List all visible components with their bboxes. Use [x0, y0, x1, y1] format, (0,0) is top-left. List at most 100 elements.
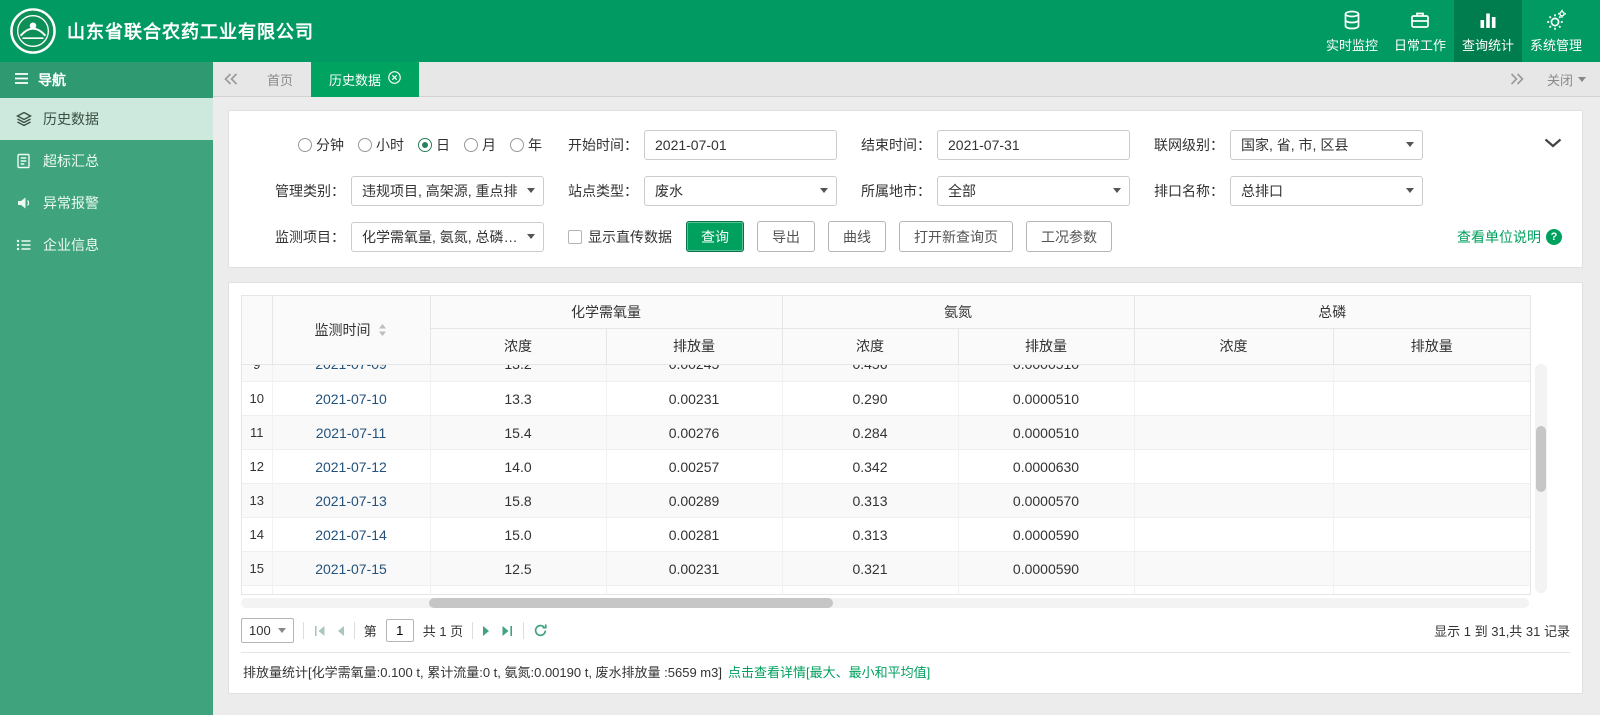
collapse-panel-icon[interactable]: [1544, 135, 1562, 153]
value-cell: [1134, 551, 1334, 586]
export-button[interactable]: 导出: [757, 221, 815, 252]
mgmt-category-value: 违规项目, 高架源, 重点排: [362, 182, 518, 199]
city-select[interactable]: 全部: [937, 175, 1130, 206]
date-link[interactable]: 2021-07-13: [315, 493, 387, 509]
system-manage-icon: [1545, 9, 1567, 31]
daily-work-icon: [1409, 9, 1431, 31]
date-link[interactable]: 2021-07-14: [315, 527, 387, 543]
tab-label: 历史数据: [329, 72, 382, 88]
tab-home[interactable]: 首页: [249, 62, 311, 97]
page-size-value: 100: [249, 623, 271, 638]
value-cell: [1134, 517, 1334, 552]
dropdown-caret-icon: [277, 628, 286, 633]
view-detail-link[interactable]: 点击查看详情[最大、最小和平均值]: [728, 662, 930, 681]
horizontal-scrollbar[interactable]: [241, 597, 1529, 608]
end-date-input[interactable]: [937, 129, 1130, 160]
period-cell: 分钟 小时 日 月 年: [255, 135, 548, 155]
value-cell: 13.3: [430, 381, 607, 416]
date-cell: 2021-07-15: [272, 551, 431, 586]
scroll-tabs-right-icon[interactable]: [1499, 73, 1535, 85]
radio-icon: [464, 137, 478, 152]
period-radio-year[interactable]: 年: [510, 135, 542, 155]
page-number-input[interactable]: [385, 619, 414, 642]
top-nav-item-realtime[interactable]: 实时监控: [1318, 0, 1386, 62]
monitor-item-select[interactable]: 化学需氧量, 氨氮, 总磷, 总: [351, 221, 544, 252]
period-radio-minute[interactable]: 分钟: [298, 135, 344, 155]
table-row: 10 2021-07-10 13.3 0.00231 0.290 0.0000510: [242, 381, 1530, 416]
sidebar-item-exceed-summary[interactable]: 超标汇总: [0, 140, 213, 182]
value-cell: 0.0000630: [958, 449, 1135, 484]
row-index: 9: [242, 364, 273, 382]
value-cell: [1333, 551, 1530, 586]
app-root: 山东省联合农药工业有限公司 实时监控 日常工作 查询统计 系统管理 导航 历史数…: [0, 0, 1600, 715]
sidebar-item-enterprise-info[interactable]: 企业信息: [0, 224, 213, 266]
top-header: 山东省联合农药工业有限公司 实时监控 日常工作 查询统计 系统管理: [0, 0, 1600, 62]
value-cell: 12.5: [430, 551, 607, 586]
outlet-select[interactable]: 总排口: [1230, 175, 1423, 206]
network-level-value: 国家, 省, 市, 区县: [1241, 136, 1349, 153]
data-table-body: 92021-07-0913.20.002450.4560.00005101020…: [242, 364, 1530, 594]
tab-home-label: 首页: [267, 72, 294, 88]
horizontal-scrollbar-thumb[interactable]: [429, 597, 833, 608]
period-radio-day[interactable]: 日: [418, 135, 450, 155]
value-cell: [1333, 415, 1530, 450]
unit-description-link[interactable]: 查看单位说明: [1457, 227, 1564, 247]
time-column-header[interactable]: 监测时间: [272, 296, 431, 365]
sidebar-item-label: 异常报警: [43, 195, 99, 211]
network-level-select[interactable]: 国家, 省, 市, 区县: [1230, 129, 1423, 160]
data-table-header: 监测时间 化学需氧量 氨氮 总磷 浓度 排放量 浓度 排放量 浓度 排放量: [242, 296, 1530, 365]
top-nav-item-system-manage[interactable]: 系统管理: [1522, 0, 1590, 62]
table-row: 11 2021-07-11 15.4 0.00276 0.284 0.0000510: [242, 415, 1530, 450]
sidebar-item-abnormal-alarm[interactable]: 异常报警: [0, 182, 213, 224]
value-cell: 0.0000590: [958, 551, 1135, 586]
first-page-icon[interactable]: [313, 625, 326, 637]
tab-history-data[interactable]: 历史数据: [311, 61, 420, 97]
radio-icon: [418, 137, 432, 152]
date-link[interactable]: 2021-07-09: [315, 365, 387, 373]
tab-bar: 首页 历史数据 关闭: [213, 61, 1600, 97]
sidebar-item-history-data[interactable]: 历史数据: [0, 98, 213, 140]
value-cell: 0.00289: [606, 483, 783, 518]
monitor-item-label: 监测项目：: [275, 228, 345, 245]
value-cell: 0.0000510: [958, 415, 1135, 450]
refresh-icon[interactable]: [533, 623, 548, 638]
close-tabs-menu[interactable]: 关闭: [1547, 70, 1586, 89]
working-params-button[interactable]: 工况参数: [1026, 221, 1112, 252]
station-type-select[interactable]: 废水: [644, 175, 837, 206]
vertical-scrollbar[interactable]: [1535, 364, 1547, 593]
query-button[interactable]: 查询: [686, 221, 744, 252]
value-cell: 15.0: [430, 517, 607, 552]
value-cell: 15.4: [430, 415, 607, 450]
date-link[interactable]: 2021-07-10: [315, 391, 387, 407]
prev-page-icon[interactable]: [335, 625, 345, 637]
tab-close-icon[interactable]: [388, 71, 401, 87]
exceed-summary-icon: [16, 153, 32, 169]
period-radio-month[interactable]: 月: [464, 135, 496, 155]
curve-button[interactable]: 曲线: [828, 221, 886, 252]
station-type-cell: 站点类型： 废水: [548, 175, 841, 206]
page-size-select[interactable]: 100: [241, 618, 294, 643]
period-radio-hour[interactable]: 小时: [358, 135, 404, 155]
last-page-icon[interactable]: [501, 625, 514, 637]
date-link[interactable]: 2021-07-11: [316, 425, 387, 441]
value-cell: [1333, 449, 1530, 484]
end-time-cell: 结束时间：: [841, 129, 1134, 160]
top-nav-item-daily-work[interactable]: 日常工作: [1386, 0, 1454, 62]
sidebar-header: 导航: [0, 62, 213, 98]
vertical-scrollbar-thumb[interactable]: [1536, 426, 1546, 492]
date-link[interactable]: 2021-07-15: [315, 561, 387, 577]
open-new-query-button[interactable]: 打开新查询页: [899, 221, 1013, 252]
page-prefix-label: 第: [363, 624, 377, 639]
mgmt-category-select[interactable]: 违规项目, 高架源, 重点排: [351, 175, 544, 206]
start-date-input[interactable]: [644, 129, 837, 160]
next-page-icon[interactable]: [482, 625, 492, 637]
top-nav-item-query-stats[interactable]: 查询统计: [1454, 0, 1522, 62]
scroll-tabs-left-icon[interactable]: [213, 73, 249, 85]
station-type-value: 废水: [655, 182, 683, 199]
table-zone: 监测时间 化学需氧量 氨氮 总磷 浓度 排放量 浓度 排放量 浓度 排放量 10…: [241, 295, 1547, 608]
direct-data-checkbox[interactable]: [568, 229, 582, 244]
date-link[interactable]: 2021-07-12: [315, 459, 387, 475]
sidebar-item-label: 超标汇总: [43, 153, 99, 169]
outlet-cell: 排口名称： 总排口: [1134, 175, 1427, 206]
unit-link-label: 查看单位说明: [1457, 228, 1541, 245]
